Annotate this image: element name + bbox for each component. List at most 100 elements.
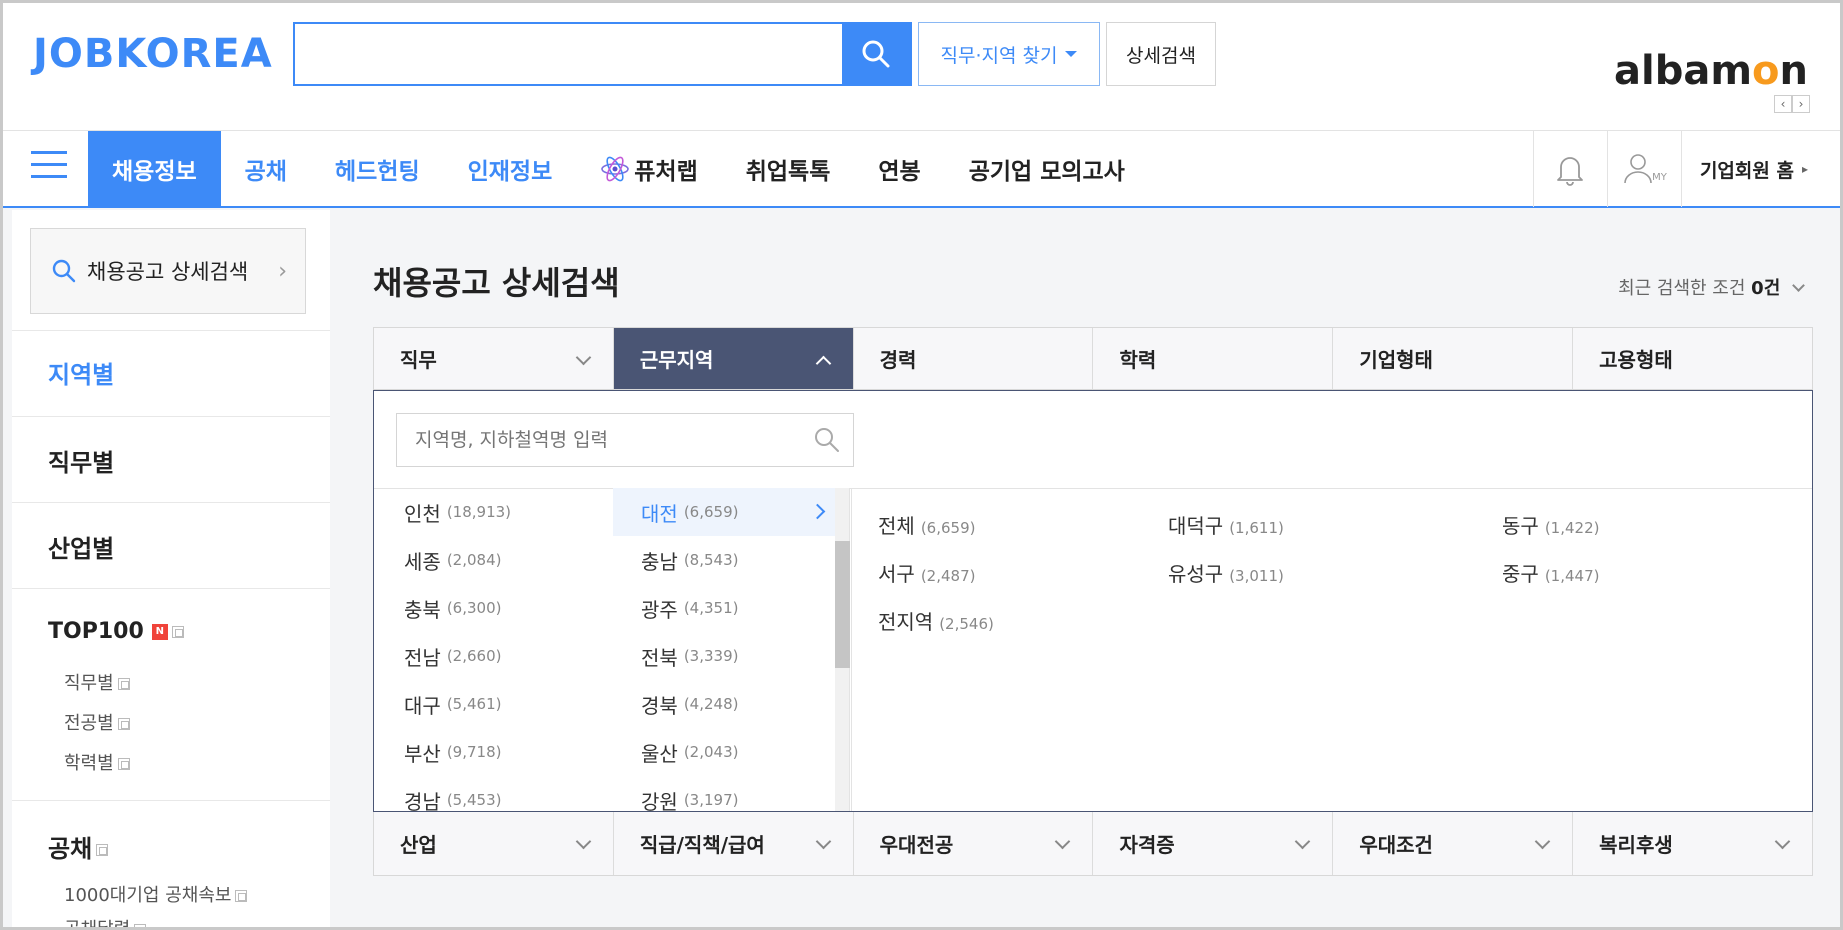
sidebar-sub-job[interactable]: 직무별 <box>64 669 130 695</box>
search-input[interactable] <box>295 24 842 84</box>
nav-item-headhunting[interactable]: 헤드헌팅 <box>311 131 444 207</box>
search-button[interactable] <box>842 24 910 84</box>
region-item[interactable]: 강원 (3,197) <box>613 776 835 812</box>
region-item[interactable]: 경북 (4,248) <box>613 680 835 728</box>
region-column-2: 대전 (6,659) 충남 (8,543) 광주 (4,351) 전북 (3,339) … <box>613 488 835 811</box>
tab-education-label: 학력 <box>1119 348 1157 372</box>
district-item[interactable]: 전체 (6,659) <box>878 510 975 539</box>
sidebar-item-industry[interactable]: 산업별 <box>48 529 114 564</box>
jobkorea-logo[interactable]: JOBKOREA <box>33 31 273 77</box>
region-count: (4,351) <box>683 599 739 617</box>
region-item[interactable]: 대구 (5,461) <box>374 680 613 728</box>
sidebar-item-top100[interactable]: TOP100 N <box>48 619 184 644</box>
notification-button[interactable] <box>1532 131 1607 207</box>
hamburger-icon[interactable] <box>31 151 67 183</box>
region-item[interactable]: 전북 (3,339) <box>613 632 835 680</box>
district-count: (3,011) <box>1229 567 1284 585</box>
district-item[interactable]: 서구 (2,487) <box>878 558 975 587</box>
albamon-logo-text: albam <box>1614 48 1753 94</box>
district-name: 동구 <box>1502 514 1539 538</box>
region-item[interactable]: 울산 (2,043) <box>613 728 835 776</box>
filter-tabs: 직무 근무지역 경력 학력 기업형태 고용형태 <box>373 327 1813 390</box>
recent-search-count: 0건 <box>1751 278 1781 299</box>
nav-item-talent[interactable]: 인재정보 <box>444 131 577 207</box>
region-search-button[interactable] <box>801 426 853 454</box>
tab-region[interactable]: 근무지역 <box>613 328 854 389</box>
sidebar-detail-search[interactable]: 채용공고 상세검색 › <box>30 228 306 314</box>
tab-industry[interactable]: 산업 <box>374 812 614 875</box>
district-item[interactable]: 유성구 (3,011) <box>1168 558 1284 587</box>
region-item[interactable]: 광주 (4,351) <box>613 584 835 632</box>
region-name: 인천 <box>404 501 441 526</box>
region-item[interactable]: 세종 (2,084) <box>374 536 613 584</box>
district-name: 유성구 <box>1168 562 1224 586</box>
nav-item-gongchae[interactable]: 공채 <box>221 131 311 207</box>
region-item[interactable]: 경남 (5,453) <box>374 776 613 812</box>
gongchae-label: 공채 <box>48 835 93 863</box>
nav-item-salary[interactable]: 연봉 <box>854 131 944 207</box>
tab-education[interactable]: 학력 <box>1093 328 1334 389</box>
chevron-up-icon <box>815 355 831 372</box>
corp-home-link[interactable]: 기업회원 홈 ▸ <box>1680 131 1840 207</box>
tab-region-label: 근무지역 <box>639 348 714 372</box>
sidebar-section-job: 직무별 <box>12 416 330 502</box>
sidebar-sub-major-label: 전공별 <box>64 713 114 734</box>
nav-item-futurelab[interactable]: 퓨처랩 <box>576 131 721 207</box>
region-search-input[interactable] <box>397 429 801 451</box>
region-item-selected[interactable]: 대전 (6,659) <box>613 488 835 536</box>
recent-search-toggle[interactable]: 최근 검색한 조건 0건 <box>1618 274 1805 300</box>
district-item[interactable]: 중구 (1,447) <box>1502 558 1599 587</box>
sidebar-sub-top1000[interactable]: 1000대기업 공채속보 <box>64 881 248 907</box>
district-count: (2,546) <box>939 615 994 633</box>
job-region-find-dropdown[interactable]: 직무·지역 찾기 <box>918 22 1100 86</box>
region-item[interactable]: 충남 (8,543) <box>613 536 835 584</box>
tab-preferred-major[interactable]: 우대전공 <box>854 812 1094 875</box>
district-item[interactable]: 전지역 (2,546) <box>878 606 994 635</box>
region-name: 대전 <box>641 501 678 526</box>
region-item[interactable]: 부산 (9,718) <box>374 728 613 776</box>
chevron-down-icon <box>575 349 592 366</box>
nav-item-exam[interactable]: 공기업 모의고사 <box>945 131 1149 207</box>
sidebar-item-region[interactable]: 지역별 <box>48 355 114 390</box>
detail-search-button[interactable]: 상세검색 <box>1106 22 1216 86</box>
popup-icon <box>117 678 130 690</box>
district-item[interactable]: 대덕구 (1,611) <box>1168 510 1284 539</box>
next-arrow-button[interactable]: › <box>1792 95 1810 113</box>
tab-career[interactable]: 경력 <box>854 328 1094 389</box>
region-count: (5,461) <box>446 695 502 713</box>
tab-company-type[interactable]: 기업형태 <box>1333 328 1574 389</box>
tab-preferred-condition[interactable]: 우대조건 <box>1333 812 1574 875</box>
albamon-logo[interactable]: albamon <box>1614 48 1808 94</box>
region-name: 경남 <box>404 789 441 812</box>
tab-rank-salary[interactable]: 직급/직책/급여 <box>614 812 854 875</box>
tab-benefits[interactable]: 복리후생 <box>1573 812 1812 875</box>
popup-icon <box>96 844 109 856</box>
sidebar-sub-major[interactable]: 전공별 <box>64 709 130 735</box>
region-name: 전북 <box>641 645 678 670</box>
chevron-down-icon <box>1534 833 1551 850</box>
district-item[interactable]: 동구 (1,422) <box>1502 510 1599 539</box>
chevron-down-icon <box>1055 833 1071 850</box>
region-item[interactable]: 충북 (6,300) <box>374 584 613 632</box>
tab-employment-type[interactable]: 고용형태 <box>1573 328 1812 389</box>
tab-certificate[interactable]: 자격증 <box>1093 812 1334 875</box>
prev-arrow-button[interactable]: ‹ <box>1774 95 1792 113</box>
sidebar-sub-calendar[interactable]: 공채달력 <box>64 915 147 930</box>
district-count: (2,487) <box>920 567 976 585</box>
tab-job[interactable]: 직무 <box>374 328 614 389</box>
sidebar-item-gongchae[interactable]: 공채 <box>48 829 109 864</box>
my-page-button[interactable]: MY <box>1606 131 1681 207</box>
region-count: (6,300) <box>446 599 502 617</box>
albamon-logo-o: o <box>1752 48 1780 94</box>
nav-item-jobs[interactable]: 채용정보 <box>88 131 221 207</box>
search-icon <box>815 428 839 452</box>
nav-item-talk[interactable]: 취업톡톡 <box>722 131 855 207</box>
region-count: (18,913) <box>446 503 512 521</box>
sidebar-sub-education[interactable]: 학력별 <box>64 749 130 775</box>
region-scrollbar-thumb[interactable] <box>835 541 850 668</box>
sidebar: 채용공고 상세검색 › 지역별 직무별 산업별 TOP100 N 직무별 전공별 … <box>12 210 330 930</box>
region-item[interactable]: 인천 (18,913) <box>374 488 613 536</box>
region-item[interactable]: 전남 (2,660) <box>374 632 613 680</box>
sidebar-item-job[interactable]: 직무별 <box>48 443 114 478</box>
district-count: (1,611) <box>1229 519 1284 537</box>
